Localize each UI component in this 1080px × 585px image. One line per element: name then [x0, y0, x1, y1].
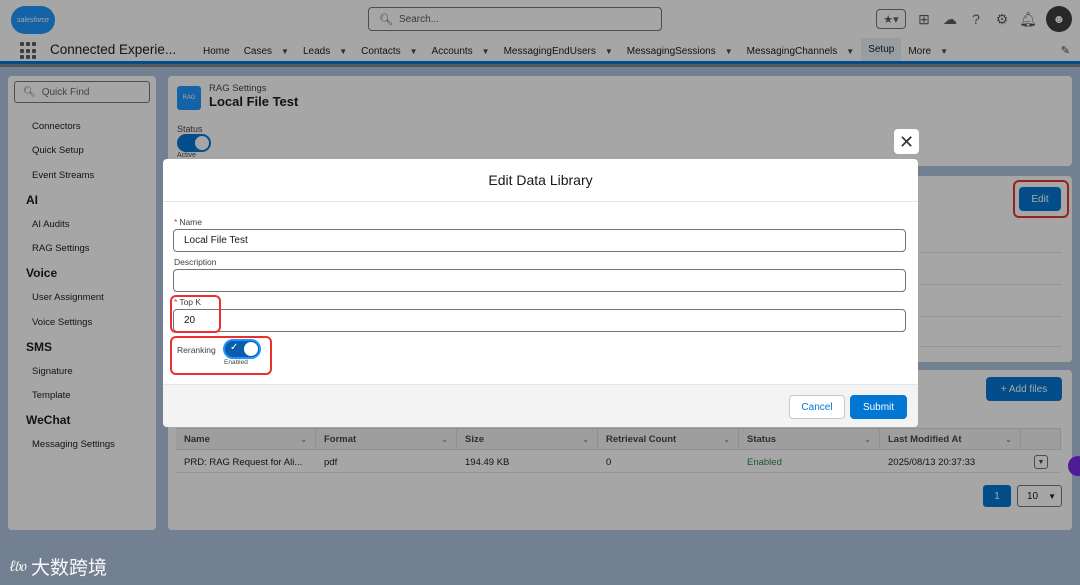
submit-button[interactable]: Submit	[850, 395, 907, 419]
watermark-logo: ℓ𝔟𝔬	[10, 558, 26, 575]
edit-data-library-modal: Edit Data Library *Name Description *Top…	[163, 159, 918, 427]
modal-title: Edit Data Library	[163, 159, 918, 202]
watermark: ℓ𝔟𝔬 大数跨境	[10, 553, 107, 580]
top-k-field[interactable]	[173, 309, 906, 332]
required-asterisk: *	[174, 217, 178, 227]
top-k-highlight-box	[170, 295, 221, 333]
modal-footer: Cancel Submit	[163, 384, 918, 427]
name-label: * Name	[174, 217, 202, 227]
cancel-button[interactable]: Cancel	[789, 395, 845, 419]
description-field[interactable]	[173, 269, 906, 292]
reranking-highlight-box	[170, 336, 272, 375]
name-label-text: Name	[179, 217, 202, 227]
description-label: Description	[174, 257, 217, 267]
watermark-text: 大数跨境	[30, 558, 107, 579]
name-field[interactable]	[173, 229, 906, 252]
close-icon[interactable]: ✕	[894, 129, 919, 154]
